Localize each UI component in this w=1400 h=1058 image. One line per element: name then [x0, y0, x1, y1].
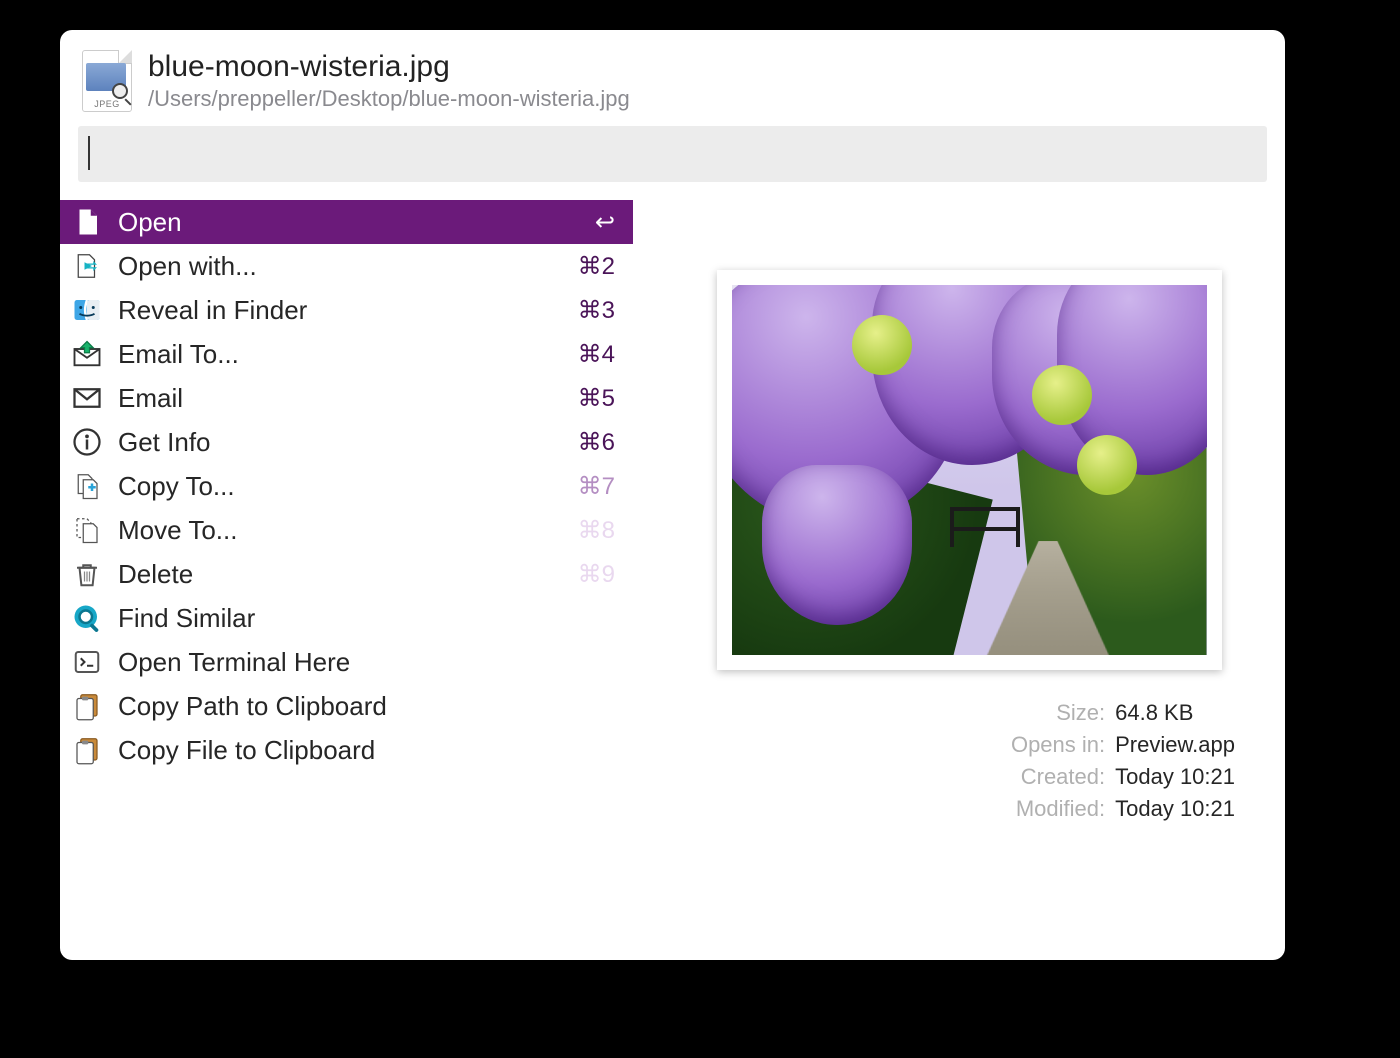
finder-icon	[70, 295, 104, 325]
meta-modified-label: Modified:	[1011, 796, 1105, 822]
action-label: Email	[118, 383, 564, 414]
preview-image	[732, 285, 1207, 655]
action-reveal-finder[interactable]: Reveal in Finder ⌘3	[60, 288, 633, 332]
file-thumbnail-tag: JPEG	[83, 99, 131, 109]
search-icon	[70, 603, 104, 633]
meta-size-label: Size:	[1011, 700, 1105, 726]
email-icon	[70, 383, 104, 413]
action-shortcut: ⌘9	[578, 560, 615, 589]
launcher-window: JPEG blue-moon-wisteria.jpg /Users/prepp…	[60, 30, 1285, 960]
meta-modified-value: Today 10:21	[1115, 796, 1235, 822]
action-shortcut: ⌘2	[578, 252, 615, 281]
clipboard-icon	[70, 691, 104, 721]
action-email-to[interactable]: Email To... ⌘4	[60, 332, 633, 376]
action-label: Move To...	[118, 515, 564, 546]
action-label: Reveal in Finder	[118, 295, 564, 326]
action-move-to[interactable]: Move To... ⌘8	[60, 508, 633, 552]
open-with-icon	[70, 251, 104, 281]
file-header: JPEG blue-moon-wisteria.jpg /Users/prepp…	[60, 30, 1285, 126]
action-label: Get Info	[118, 427, 564, 458]
action-get-info[interactable]: Get Info ⌘6	[60, 420, 633, 464]
action-shortcut: ⌘7	[578, 472, 615, 501]
action-list: Open ↩ Open with... ⌘2 Reveal in Finder …	[60, 200, 633, 822]
file-name: blue-moon-wisteria.jpg	[148, 50, 630, 84]
copy-to-icon	[70, 471, 104, 501]
meta-created-value: Today 10:21	[1115, 764, 1235, 790]
action-shortcut: ⌘5	[578, 384, 615, 413]
file-thumbnail: JPEG	[82, 50, 132, 112]
action-label: Open with...	[118, 251, 564, 282]
file-path: /Users/preppeller/Desktop/blue-moon-wist…	[148, 86, 630, 112]
preview-frame	[717, 270, 1222, 670]
action-open-with[interactable]: Open with... ⌘2	[60, 244, 633, 288]
action-open-terminal[interactable]: Open Terminal Here	[60, 640, 633, 684]
action-shortcut: ⌘6	[578, 428, 615, 457]
action-copy-to[interactable]: Copy To... ⌘7	[60, 464, 633, 508]
action-copy-file[interactable]: Copy File to Clipboard	[60, 728, 633, 772]
document-icon	[70, 207, 104, 237]
action-label: Open	[118, 207, 581, 238]
action-label: Copy To...	[118, 471, 564, 502]
file-metadata: Size: 64.8 KB Opens in: Preview.app Crea…	[1011, 700, 1245, 822]
meta-opens-label: Opens in:	[1011, 732, 1105, 758]
info-icon	[70, 427, 104, 457]
meta-created-label: Created:	[1011, 764, 1105, 790]
action-label: Copy Path to Clipboard	[118, 691, 601, 722]
trash-icon	[70, 559, 104, 589]
action-shortcut: ⌘4	[578, 340, 615, 369]
action-label: Open Terminal Here	[118, 647, 601, 678]
action-copy-path[interactable]: Copy Path to Clipboard	[60, 684, 633, 728]
action-shortcut: ⌘3	[578, 296, 615, 325]
action-shortcut: ⌘8	[578, 516, 615, 545]
terminal-icon	[70, 647, 104, 677]
action-label: Copy File to Clipboard	[118, 735, 601, 766]
preview-pane: Size: 64.8 KB Opens in: Preview.app Crea…	[633, 200, 1285, 822]
meta-size-value: 64.8 KB	[1115, 700, 1235, 726]
meta-opens-value: Preview.app	[1115, 732, 1235, 758]
action-delete[interactable]: Delete ⌘9	[60, 552, 633, 596]
email-to-icon	[70, 339, 104, 369]
action-find-similar[interactable]: Find Similar	[60, 596, 633, 640]
action-shortcut: ↩	[595, 208, 615, 237]
action-label: Find Similar	[118, 603, 601, 634]
action-label: Email To...	[118, 339, 564, 370]
search-field[interactable]	[78, 126, 1267, 182]
clipboard-file-icon	[70, 735, 104, 765]
action-label: Delete	[118, 559, 564, 590]
move-to-icon	[70, 515, 104, 545]
action-open[interactable]: Open ↩	[60, 200, 633, 244]
search-input[interactable]	[78, 126, 1267, 182]
action-email[interactable]: Email ⌘5	[60, 376, 633, 420]
